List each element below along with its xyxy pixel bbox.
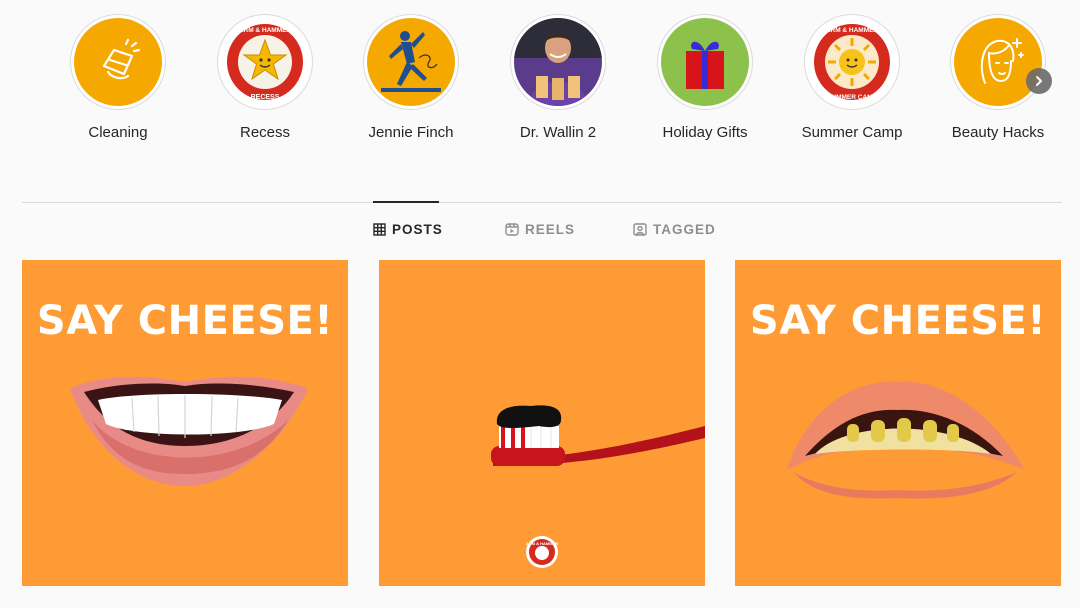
recess-badge-top-text: ARM & HAMMER: [239, 27, 292, 34]
tab-reels-label: REELS: [525, 222, 576, 237]
tab-tagged-label: TAGGED: [653, 222, 716, 237]
summer-camp-badge-icon: ARM & HAMMER SUMMER CAMP: [808, 18, 896, 106]
profile-tabs: POSTS REELS TAGGED: [0, 222, 1080, 244]
recess-badge-icon: ARM & HAMMER RECESS: [221, 18, 309, 106]
highlight-ring: ARM & HAMMER SUMMER CAMP: [804, 14, 900, 110]
story-highlights: Cleaning ARM & HAMMER RECESS Recess Jenn…: [0, 0, 1080, 160]
highlight-ring: [510, 14, 606, 110]
grid-icon: [373, 223, 386, 236]
highlight-cleaning[interactable]: Cleaning: [63, 14, 173, 141]
post-title: SAY CHEESE!: [749, 298, 1047, 344]
highlight-label: Beauty Hacks: [951, 124, 1045, 141]
beauty-face-icon: [954, 18, 1042, 106]
softball-pitcher-icon: [367, 18, 455, 106]
tabs-divider: [22, 202, 1062, 203]
highlight-label: Jennie Finch: [368, 124, 454, 141]
summer-badge-bottom-text: SUMMER CAMP: [827, 94, 877, 101]
highlight-ring: [950, 14, 1046, 110]
cleaning-hand-icon: [74, 18, 162, 106]
highlight-jennie-finch[interactable]: Jennie Finch: [356, 14, 466, 141]
doctor-photo-icon: [514, 18, 602, 106]
highlights-next-button[interactable]: [1026, 68, 1052, 94]
recess-badge-bottom-text: RECESS: [251, 94, 280, 101]
post-title: SAY CHEESE!: [36, 298, 334, 344]
toothbrush-charcoal-paste-image: ARM & HAMMER: [491, 405, 705, 568]
highlight-label: Dr. Wallin 2: [519, 124, 597, 141]
highlight-dr-wallin[interactable]: Dr. Wallin 2: [503, 14, 613, 141]
active-tab-indicator: [373, 201, 439, 203]
post-tile[interactable]: ARM & HAMMER: [379, 260, 705, 586]
tab-tagged[interactable]: TAGGED: [633, 222, 716, 237]
highlight-ring: [363, 14, 459, 110]
highlight-summer-camp[interactable]: ARM & HAMMER SUMMER CAMP Summer Camp: [797, 14, 907, 141]
reels-icon: [505, 223, 519, 236]
highlight-recess[interactable]: ARM & HAMMER RECESS Recess: [210, 14, 320, 141]
highlight-label: Holiday Gifts: [662, 124, 748, 141]
arm-hammer-logo: ARM & HAMMER: [526, 536, 558, 568]
post-tile[interactable]: SAY CHEESE!: [735, 260, 1061, 586]
post-tile[interactable]: SAY CHEESE!: [22, 260, 348, 586]
highlight-ring: [70, 14, 166, 110]
highlight-holiday-gifts[interactable]: Holiday Gifts: [650, 14, 760, 141]
logo-text: ARM & HAMMER: [526, 541, 558, 546]
highlight-ring: [657, 14, 753, 110]
chevron-right-icon: [1036, 76, 1042, 86]
highlight-label: Summer Camp: [801, 124, 903, 141]
tab-posts[interactable]: POSTS: [373, 222, 443, 237]
highlight-ring: ARM & HAMMER RECESS: [217, 14, 313, 110]
summer-badge-top-text: ARM & HAMMER: [826, 27, 879, 34]
gift-box-icon: [661, 18, 749, 106]
tagged-icon: [633, 223, 647, 236]
tab-reels[interactable]: REELS: [505, 222, 575, 237]
highlight-label: Cleaning: [88, 124, 148, 141]
tab-posts-label: POSTS: [392, 222, 443, 237]
highlight-label: Recess: [239, 124, 291, 141]
